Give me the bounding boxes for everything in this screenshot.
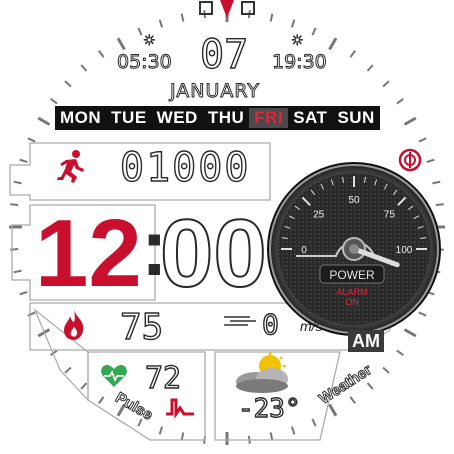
weekday-wed: WED xyxy=(156,108,198,127)
sunset-time: 19:30 xyxy=(272,51,328,74)
weekday-sat: SAT xyxy=(293,108,328,127)
gauge-label-50: 50 xyxy=(348,195,360,206)
steps-value: 01000 xyxy=(119,145,251,191)
weekday-sun: SUN xyxy=(337,108,375,127)
top-marker xyxy=(196,0,258,18)
ampm-badge: AM xyxy=(348,330,384,352)
weekday-fri: FRI xyxy=(249,108,289,128)
pulse-value: 72 xyxy=(144,361,182,396)
gauge-label-75: 75 xyxy=(384,210,396,221)
time-hour: 12 xyxy=(35,200,142,307)
sunrise-time: 05:30 xyxy=(117,51,173,74)
gauge-label-0: 0 xyxy=(301,245,307,256)
month-label: JANUARY xyxy=(170,80,260,103)
alarm-status-line2: ON xyxy=(345,297,359,307)
gauge-label-25: 25 xyxy=(313,210,325,221)
date-day: 07 xyxy=(199,32,249,78)
battery-gauge[interactable]: 0 25 50 75 100 POWER ALARM ON xyxy=(266,161,442,337)
sunset-icon: ☀ xyxy=(291,33,305,50)
steps-runner-icon xyxy=(56,150,86,188)
flame-icon xyxy=(63,310,85,344)
weekday-thu: THU xyxy=(207,108,245,127)
weekday-strip: MON TUE WED THU FRI SAT SUN xyxy=(55,106,380,130)
gauge-label-100: 100 xyxy=(396,245,413,256)
wind-unit: m/s xyxy=(300,318,323,334)
weekday-tue: TUE xyxy=(111,108,147,127)
alarm-status-line1: ALARM xyxy=(336,287,367,297)
weekday-mon: MON xyxy=(60,108,102,127)
power-label[interactable]: POWER xyxy=(329,268,375,282)
sunrise-icon: ☀ xyxy=(143,33,157,50)
wind-value: 0 xyxy=(261,308,279,341)
heartbeat-icon xyxy=(166,398,194,424)
wind-icon xyxy=(222,313,262,333)
calories-value: 75 xyxy=(119,307,164,348)
weather-cloud-icon xyxy=(232,352,298,398)
time-minute: 00 xyxy=(159,200,268,307)
weather-temperature: -23° xyxy=(237,393,301,424)
heart-icon xyxy=(101,364,127,392)
